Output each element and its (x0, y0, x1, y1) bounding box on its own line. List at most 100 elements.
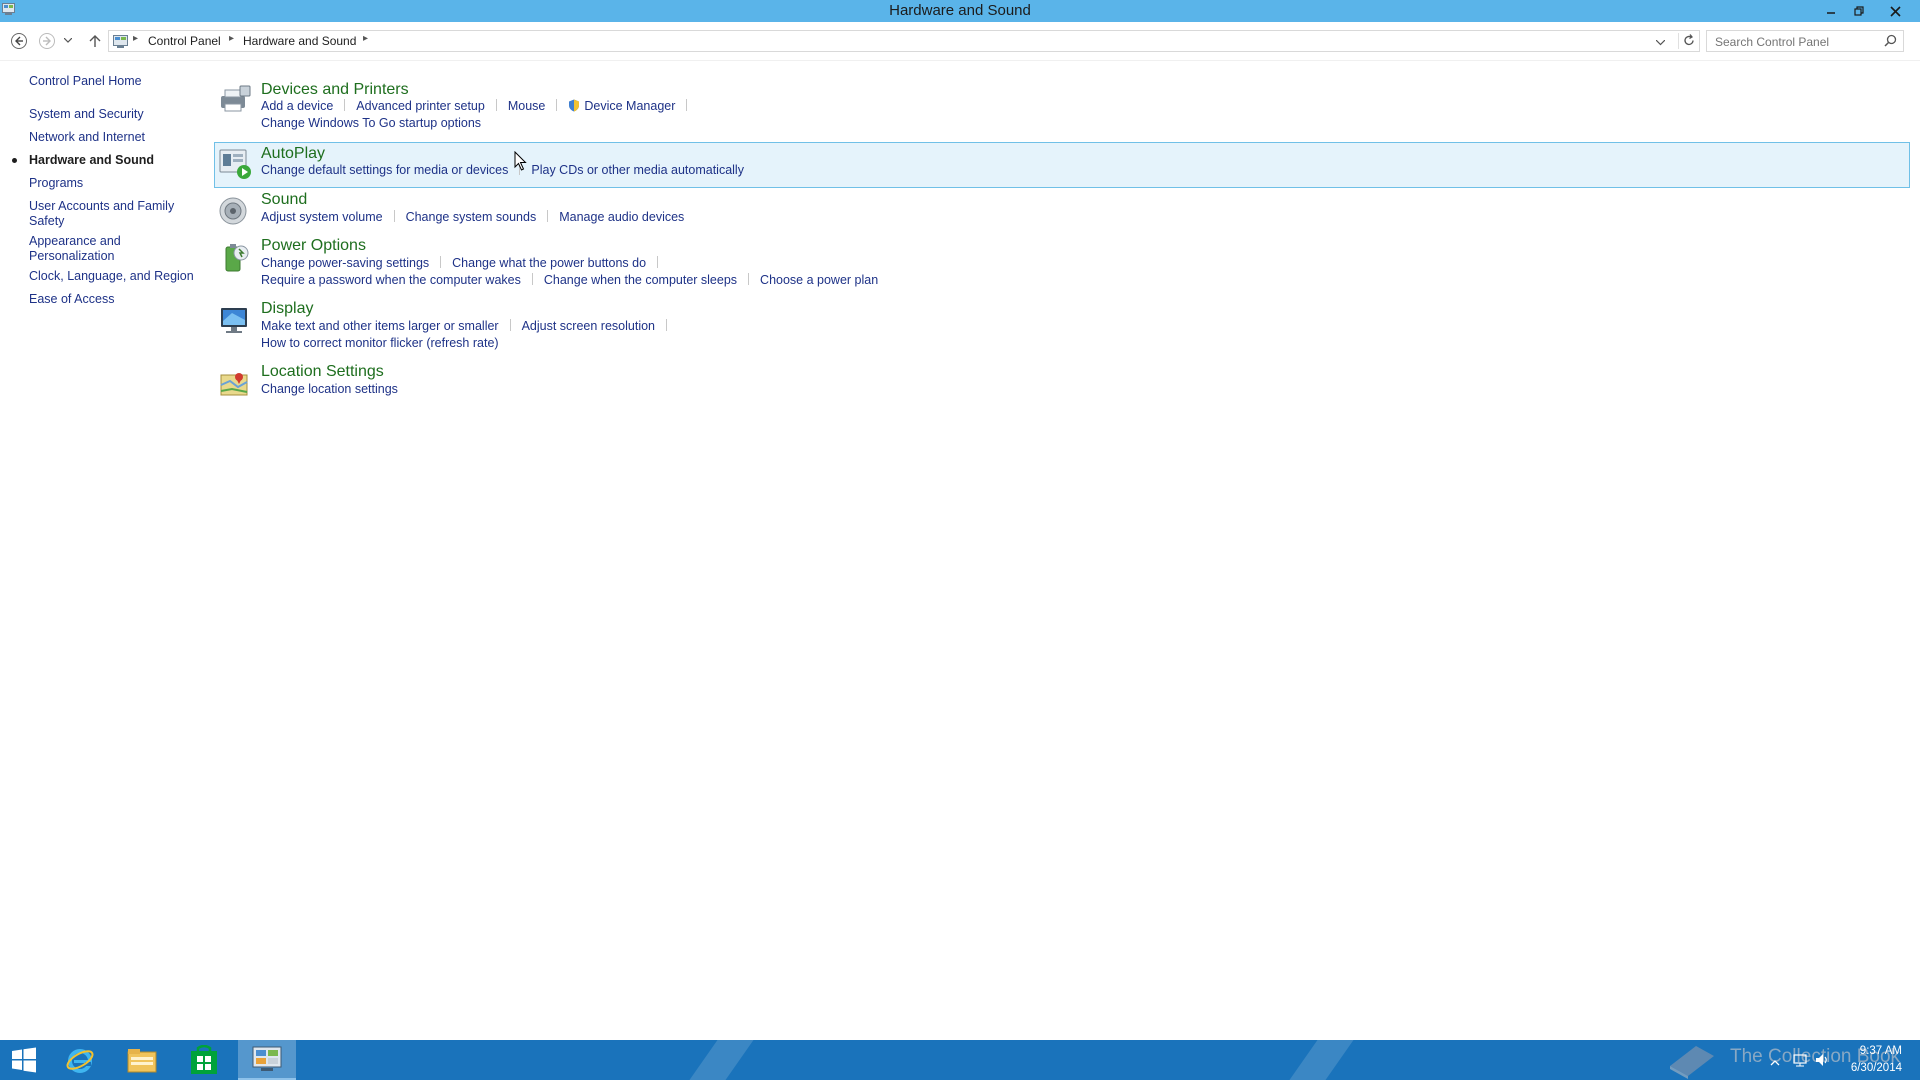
category-title[interactable]: Sound (261, 191, 307, 209)
up-button[interactable] (84, 30, 106, 52)
start-button[interactable] (0, 1040, 48, 1080)
search-button[interactable] (1884, 34, 1897, 50)
taskbar-file-explorer[interactable] (114, 1040, 170, 1080)
windows-logo-icon (12, 1047, 36, 1073)
network-status-button[interactable] (1792, 1052, 1808, 1073)
taskbar-control-panel[interactable] (238, 1040, 296, 1080)
breadcrumb-separator-icon[interactable]: ▸ (363, 33, 368, 44)
category-title[interactable]: Location Settings (261, 363, 384, 381)
taskbar-store[interactable] (176, 1040, 232, 1080)
sidebar-item-programs[interactable]: Programs (29, 176, 194, 191)
windows-to-go-startup-link[interactable]: Change Windows To Go startup options (261, 116, 481, 130)
category-title[interactable]: Power Options (261, 237, 366, 255)
chevron-down-icon (64, 38, 72, 43)
window-title: Hardware and Sound (889, 2, 1031, 19)
sidebar-item-user-accounts[interactable]: User Accounts and Family Safety (29, 199, 194, 228)
close-button[interactable] (1880, 0, 1910, 22)
monitor-flicker-link[interactable]: How to correct monitor flicker (refresh … (261, 336, 499, 350)
restore-icon (1853, 5, 1864, 16)
recent-locations-button[interactable] (62, 30, 74, 52)
system-clock[interactable]: 9:37 AM 6/30/2014 (1851, 1043, 1902, 1077)
sidebar-item-ease-of-access[interactable]: Ease of Access (29, 292, 194, 307)
choose-power-plan-link[interactable]: Choose a power plan (760, 273, 878, 287)
back-button[interactable] (8, 30, 30, 52)
device-manager-link[interactable]: Device Manager (584, 99, 675, 113)
control-panel-icon (113, 35, 128, 48)
close-icon (1889, 5, 1901, 17)
change-when-computer-sleeps-link[interactable]: Change when the computer sleeps (544, 273, 737, 287)
up-arrow-icon (89, 35, 101, 47)
play-cds-automatically-link[interactable]: Play CDs or other media automatically (531, 163, 744, 177)
require-password-on-wake-link[interactable]: Require a password when the computer wak… (261, 273, 521, 287)
minimize-button[interactable] (1818, 0, 1844, 22)
category-title[interactable]: Devices and Printers (261, 81, 409, 99)
monitor-icon (221, 308, 247, 333)
taskbar-decoration (1275, 1040, 1361, 1080)
category-location-settings: Location Settings Change location settin… (214, 363, 1910, 403)
breadcrumb-hardware-and-sound[interactable]: Hardware and Sound (243, 34, 356, 48)
sidebar-control-panel-home[interactable]: Control Panel Home (29, 74, 194, 89)
folder-icon (127, 1049, 157, 1073)
minimize-icon (1827, 12, 1835, 14)
chevron-up-icon (1770, 1060, 1780, 1066)
breadcrumb-control-panel[interactable]: Control Panel (148, 34, 221, 48)
refresh-button[interactable] (1683, 34, 1695, 50)
manage-audio-devices-link[interactable]: Manage audio devices (559, 210, 684, 224)
back-arrow-icon (11, 33, 27, 49)
change-power-buttons-link[interactable]: Change what the power buttons do (452, 256, 646, 270)
location-icon (220, 373, 248, 396)
mouse-cursor-icon (514, 151, 527, 171)
network-icon (1793, 1054, 1807, 1067)
speaker-icon (219, 197, 247, 225)
taskbar-decoration (675, 1040, 761, 1080)
clock-time: 9:37 AM (1859, 1045, 1902, 1057)
sidebar-item-network-and-internet[interactable]: Network and Internet (29, 130, 194, 145)
sidebar-item-clock-language-region[interactable]: Clock, Language, and Region (29, 269, 194, 284)
sidebar-item-hardware-and-sound: Hardware and Sound (29, 153, 155, 167)
add-a-device-link[interactable]: Add a device (261, 99, 333, 113)
category-autoplay[interactable]: AutoPlay Change default settings for med… (214, 142, 1910, 188)
change-default-settings-link[interactable]: Change default settings for media or dev… (261, 163, 508, 177)
search-icon (1884, 34, 1897, 47)
speaker-icon (1816, 1054, 1827, 1066)
address-dropdown-button[interactable] (1655, 35, 1666, 49)
active-indicator-icon (12, 158, 17, 163)
search-input[interactable] (1713, 32, 1887, 52)
breadcrumb-separator-icon[interactable]: ▸ (229, 33, 234, 44)
category-title[interactable]: AutoPlay (261, 145, 325, 163)
refresh-icon (1684, 34, 1694, 46)
adjust-system-volume-link[interactable]: Adjust system volume (261, 210, 383, 224)
breadcrumb-separator-icon[interactable]: ▸ (133, 33, 138, 44)
change-location-settings-link[interactable]: Change location settings (261, 382, 398, 396)
restore-button[interactable] (1846, 0, 1872, 22)
search-box[interactable] (1706, 30, 1904, 52)
volume-button[interactable] (1814, 1052, 1830, 1073)
show-hidden-icons-button[interactable] (1770, 1054, 1780, 1072)
taskbar-internet-explorer[interactable] (52, 1040, 108, 1080)
change-system-sounds-link[interactable]: Change system sounds (406, 210, 537, 224)
category-power-options: Power Options Change power-saving settin… (214, 237, 1910, 293)
address-bar[interactable]: ▸ Control Panel ▸ Hardware and Sound ▸ (108, 30, 1700, 52)
forward-button[interactable] (36, 30, 58, 52)
chevron-down-icon (1655, 39, 1666, 46)
battery-icon (225, 244, 249, 272)
autoplay-icon (219, 149, 251, 179)
adjust-screen-resolution-link[interactable]: Adjust screen resolution (522, 319, 655, 333)
store-icon (191, 1045, 217, 1074)
sidebar-item-system-and-security[interactable]: System and Security (29, 107, 194, 122)
make-text-larger-link[interactable]: Make text and other items larger or smal… (261, 319, 499, 333)
control-panel-icon (252, 1046, 282, 1071)
category-display: Display Make text and other items larger… (214, 300, 1910, 356)
uac-shield-icon (569, 99, 580, 112)
taskbar: The Collection Book 9:37 AM 6/30/2014 (0, 1040, 1920, 1080)
change-power-saving-settings-link[interactable]: Change power-saving settings (261, 256, 429, 270)
category-title[interactable]: Display (261, 300, 313, 318)
mouse-link[interactable]: Mouse (508, 99, 546, 113)
internet-explorer-icon (66, 1049, 94, 1073)
sidebar-item-appearance[interactable]: Appearance and Personalization (29, 234, 194, 263)
category-devices-and-printers: Devices and Printers Add a device Advance… (214, 78, 1910, 136)
address-divider (1678, 33, 1679, 49)
advanced-printer-setup-link[interactable]: Advanced printer setup (356, 99, 485, 113)
clock-date: 6/30/2014 (1850, 1062, 1902, 1074)
navigation-bar: ▸ Control Panel ▸ Hardware and Sound ▸ (0, 22, 1920, 61)
